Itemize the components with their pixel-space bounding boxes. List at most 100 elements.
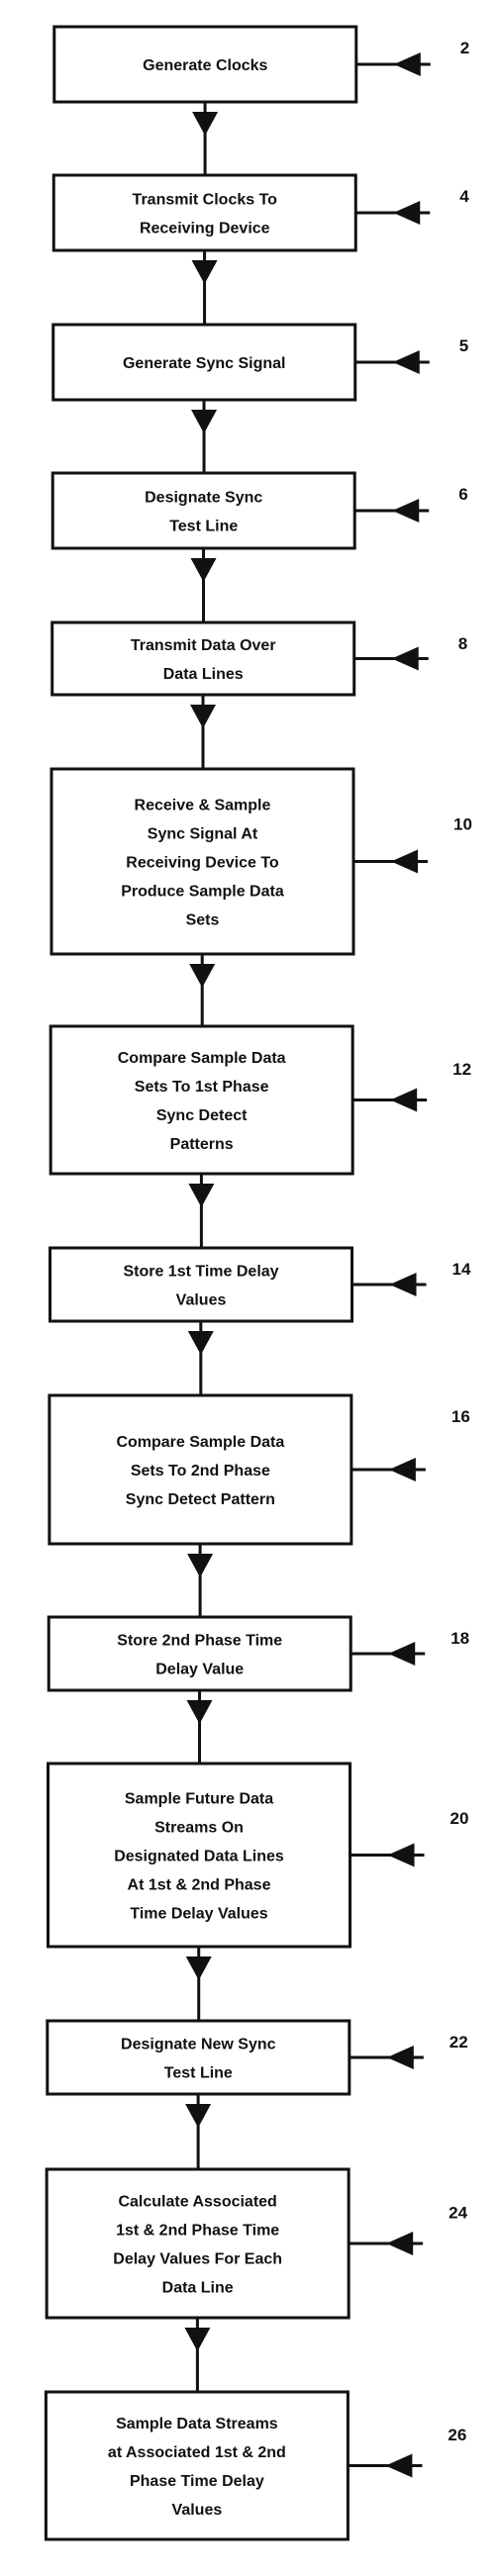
flow-step-18: Store 2nd Phase Time Delay Value 18: [47, 1615, 469, 1692]
flow-arrow: [187, 1321, 214, 1395]
step-text-line: Sample Future Data: [125, 1791, 273, 1808]
reference-number: 8: [458, 634, 467, 653]
flow-arrow: [188, 1174, 215, 1248]
flow-arrow: [187, 1544, 214, 1617]
step-box: [46, 2019, 351, 2096]
step-text-line: Data Lines: [163, 666, 244, 683]
reference-pointer: [355, 52, 431, 76]
reference-number: 12: [452, 1060, 471, 1079]
step-text-line: Data Line: [162, 2280, 234, 2297]
arrow-down-icon: [188, 1184, 215, 1207]
flow-step-4: Transmit Clocks To Receiving Device 4: [51, 173, 469, 252]
flow-step-2: Generate Clocks 2: [52, 25, 469, 104]
reference-number: 10: [453, 815, 472, 834]
step-text-line: Receive & Sample: [135, 798, 271, 814]
reference-pointer: [350, 1843, 425, 1867]
step-text-line: Phase Time Delay: [130, 2473, 264, 2490]
arrow-left-icon: [388, 1642, 416, 1666]
step-text-line: Sync Detect: [156, 1107, 248, 1124]
reference-pointer: [348, 2453, 423, 2478]
arrow-down-icon: [187, 1331, 214, 1355]
reference-pointer: [349, 2232, 424, 2255]
step-text-line: Test Line: [164, 2065, 233, 2082]
step-text-line: Values: [176, 1292, 227, 1309]
step-text-line: Designate Sync: [145, 490, 262, 507]
flow-arrow: [185, 1947, 212, 2021]
step-text-line: Sample Data Streams: [116, 2416, 278, 2433]
flow-step-14: Store 1st Time Delay Values 14: [49, 1246, 471, 1323]
reference-number: 6: [458, 485, 467, 504]
step-text-line: Compare Sample Data: [118, 1050, 286, 1067]
flow-arrow: [191, 250, 218, 325]
step-text-line: Transmit Data Over: [131, 637, 276, 654]
arrow-left-icon: [392, 350, 420, 374]
flow-arrow: [184, 2318, 211, 2392]
step-text-line: Calculate Associated: [118, 2194, 276, 2211]
flow-step-22: Designate New Sync Test Line 22: [46, 2019, 468, 2096]
step-text-line: Streams On: [154, 1820, 244, 1837]
step-text-line: Transmit Clocks To: [133, 192, 278, 209]
flow-steps: Generate Clocks 2 Transmit Clocks To Receiv…: [44, 25, 472, 2541]
reference-pointer: [353, 646, 429, 671]
step-text-line: Store 1st Time Delay: [123, 1264, 278, 1281]
arrow-left-icon: [390, 849, 418, 874]
arrow-down-icon: [184, 2328, 211, 2351]
reference-number: 2: [460, 39, 469, 57]
step-text-line: Store 2nd Phase Time: [117, 1633, 282, 1650]
flow-arrow: [192, 102, 219, 175]
reference-pointer: [351, 1458, 426, 1481]
flow-step-8: Transmit Data Over Data Lines 8: [50, 620, 467, 697]
arrow-down-icon: [191, 260, 218, 284]
reference-number: 26: [448, 2426, 466, 2444]
arrow-left-icon: [393, 201, 421, 225]
step-box: [50, 471, 356, 550]
arrow-left-icon: [388, 1458, 416, 1481]
arrow-down-icon: [190, 558, 217, 582]
step-box: [49, 1246, 354, 1323]
flow-arrow: [191, 400, 218, 473]
step-text-line: Designate New Sync: [121, 2037, 276, 2053]
reference-number: 4: [459, 187, 469, 206]
step-text-line: at Associated 1st & 2nd: [108, 2444, 286, 2461]
reference-pointer: [355, 201, 431, 225]
step-text-line: Time Delay Values: [130, 1906, 267, 1923]
step-text-line: Receiving Device To: [126, 855, 279, 872]
reference-pointer: [349, 2046, 424, 2069]
step-text-line: Designated Data Lines: [114, 1849, 284, 1865]
arrow-down-icon: [187, 1554, 214, 1577]
step-text-line: At 1st & 2nd Phase: [128, 1877, 271, 1894]
step-text-line: 1st & 2nd Phase Time: [116, 2223, 279, 2240]
arrow-down-icon: [189, 964, 216, 988]
flow-step-5: Generate Sync Signal 5: [51, 323, 468, 402]
reference-number: 22: [450, 2033, 468, 2051]
arrow-left-icon: [386, 2046, 414, 2069]
step-text-line: Produce Sample Data: [121, 884, 284, 901]
step-text-line: Sync Signal At: [148, 826, 258, 843]
flow-step-20: Sample Future Data Streams On Designated D…: [47, 1762, 468, 1949]
flow-arrow: [186, 1690, 213, 1764]
reference-pointer: [352, 1088, 428, 1112]
flow-step-12: Compare Sample Data Sets To 1st Phase Sync…: [49, 1024, 471, 1176]
reference-number: 5: [459, 336, 468, 355]
step-text-line: Patterns: [170, 1136, 234, 1153]
arrow-down-icon: [191, 410, 218, 433]
step-text-line: Delay Value: [155, 1662, 244, 1678]
step-text-line: Generate Sync Signal: [123, 355, 286, 372]
arrow-down-icon: [192, 112, 219, 136]
arrow-left-icon: [390, 1088, 418, 1112]
flow-step-16: Compare Sample Data Sets To 2nd Phase Sync…: [48, 1393, 470, 1546]
arrow-left-icon: [393, 52, 421, 76]
flow-step-10: Receive & Sample Sync Signal At Receiving …: [50, 767, 472, 956]
arrow-down-icon: [185, 1956, 212, 1980]
arrow-down-icon: [185, 2104, 212, 2128]
arrow-left-icon: [389, 1273, 417, 1296]
arrow-left-icon: [392, 499, 420, 523]
step-box: [50, 620, 356, 697]
reference-number: 24: [449, 2204, 467, 2223]
arrow-down-icon: [186, 1700, 213, 1724]
step-text-line: Sets: [186, 912, 220, 929]
reference-pointer: [352, 849, 428, 874]
step-text-line: Sets To 2nd Phase: [131, 1463, 270, 1479]
step-text-line: Delay Values For Each: [113, 2251, 282, 2268]
step-text-line: Receiving Device: [140, 221, 270, 238]
